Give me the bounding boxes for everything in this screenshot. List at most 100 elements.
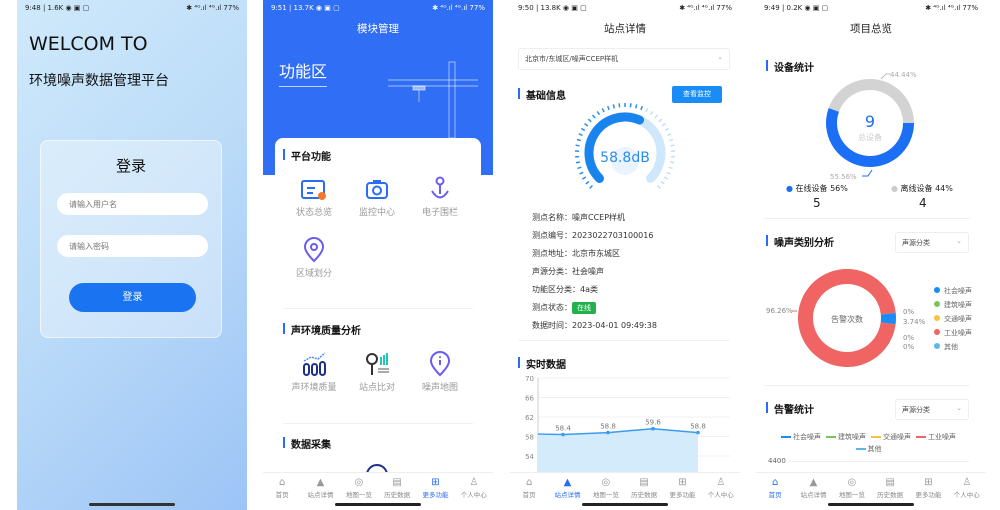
tab-4[interactable]: ⊞ 更多功能: [416, 473, 454, 502]
legend-item[interactable]: 交通噪声: [871, 433, 911, 441]
legend-item[interactable]: 建筑噪声: [826, 433, 866, 441]
gauge-tick: [635, 104, 638, 109]
tab-label: 历史数据: [631, 491, 658, 499]
module-monitor-center[interactable]: 监控中心: [347, 176, 407, 218]
slice-label: 0%: [903, 343, 914, 351]
home-icon: ⌂: [278, 477, 286, 488]
select-value: 声源分类: [902, 239, 930, 247]
tab-label: 历史数据: [877, 491, 904, 499]
tab-0[interactable]: ⌂ 首页: [263, 473, 301, 502]
gauge-tick: [658, 118, 663, 123]
station-icon: ▲: [809, 477, 818, 488]
tab-5[interactable]: ♙ 个人中心: [702, 473, 740, 502]
crane-illustration: [388, 61, 478, 138]
section-title: 基础信息: [518, 87, 566, 102]
tab-label: 地图一览: [838, 491, 865, 499]
module-noise-map[interactable]: 噪声地图: [410, 351, 470, 393]
total-count: 9: [864, 112, 876, 131]
page-title: 站点详情: [604, 23, 646, 35]
status-time: 9:51 | 13.7K ◉ ▣ ▢: [271, 4, 340, 12]
map-icon: ◎: [354, 477, 364, 488]
chevron-down-icon: ⌄: [717, 53, 723, 61]
tab-2[interactable]: ◎ 地图一览: [587, 473, 625, 502]
tab-5[interactable]: ♙ 个人中心: [948, 473, 986, 502]
status-bar: 9:49 | 0.2K ◉ ▣ ▢ ✱ ⁴ᴳ.ıl ⁴ᴳ.ıl 77%: [764, 4, 978, 14]
info-label: 功能区分类：: [532, 285, 580, 294]
tab-3[interactable]: ▤ 历史数据: [378, 473, 416, 502]
tab-3[interactable]: ▤ 历史数据: [625, 473, 663, 502]
legend-label: 交通噪声: [883, 433, 911, 441]
module-label: 电子围栏: [421, 208, 458, 218]
tab-4[interactable]: ⊞ 更多功能: [909, 473, 947, 502]
tab-0[interactable]: ⌂ 首页: [756, 473, 794, 502]
pie-slice: [880, 312, 896, 325]
tab-5[interactable]: ♙ 个人中心: [455, 473, 493, 502]
divider: [518, 340, 730, 341]
username-input[interactable]: [57, 193, 208, 215]
legend-online: ● 在线设备 56%: [786, 183, 848, 194]
legend-dot: [934, 301, 940, 307]
location-info-icon: [410, 351, 470, 377]
status-bar: 9:50 | 13.8K ◉ ▣ ▢ ✱ ⁴ᴳ.ıl ⁴ᴳ.ıl 77%: [518, 4, 732, 14]
home-indicator: [828, 503, 914, 506]
view-monitor-button[interactable]: 查看监控: [672, 86, 722, 103]
module-status-overview[interactable]: 状态总览: [284, 176, 344, 218]
legend-dot: [934, 315, 940, 321]
tab-0[interactable]: ⌂ 首页: [510, 473, 548, 502]
data-label: 58.8: [600, 423, 616, 431]
tab-label: 更多功能: [422, 491, 449, 499]
gauge-tick: [577, 166, 582, 170]
banner-title: 功能区: [279, 58, 328, 87]
tab-label: 站点详情: [800, 491, 827, 499]
tab-1[interactable]: ▲ 站点详情: [794, 473, 832, 502]
tab-1[interactable]: ▲ 站点详情: [301, 473, 339, 502]
gauge-tick: [668, 166, 673, 170]
tab-label: 首页: [522, 491, 536, 499]
tab-2[interactable]: ◎ 地图一览: [340, 473, 378, 502]
modules-screen: 9:51 | 13.7K ◉ ▣ ▢ ✱ ⁴ᴳ.ıl ⁴ᴳ.ıl 77% 模块管理…: [263, 0, 493, 510]
y-tick-label: 70: [525, 375, 534, 383]
info-row: 功能区分类：4a类: [532, 284, 598, 295]
tab-4[interactable]: ⊞ 更多功能: [663, 473, 701, 502]
gauge-tick: [649, 111, 654, 116]
legend-item[interactable]: 工业噪声: [916, 433, 956, 441]
password-input[interactable]: [57, 235, 208, 257]
legend-label: 社会噪声: [944, 286, 972, 295]
status-icons: ✱ ⁴ᴳ.ıl ⁴ᴳ.ıl 77%: [925, 4, 978, 12]
login-card: 登录 登录: [40, 140, 222, 338]
home-icon: ⌂: [525, 477, 533, 488]
module-geofence[interactable]: 电子围栏: [410, 176, 470, 218]
module-region-division[interactable]: 区域划分: [284, 237, 344, 279]
alarm-source-select[interactable]: 声源分类 ⌄: [895, 399, 969, 420]
overview-screen: 9:49 | 0.2K ◉ ▣ ▢ ✱ ⁴ᴳ.ıl ⁴ᴳ.ıl 77% 项目总览 …: [756, 0, 986, 510]
tab-label: 站点详情: [554, 491, 581, 499]
legend-item[interactable]: 社会噪声: [781, 433, 821, 441]
home-indicator: [335, 503, 421, 506]
tab-2[interactable]: ◎ 地图一览: [833, 473, 871, 502]
noise-source-select[interactable]: 声源分类 ⌄: [895, 232, 969, 253]
tab-bar: ⌂ 首页 ▲ 站点详情 ◎ 地图一览 ▤ 历史数据 ⊞ 更多功能 ♙ 个人中心: [756, 472, 986, 502]
module-sound-quality[interactable]: 声环境质量: [284, 351, 344, 393]
login-button[interactable]: 登录: [69, 283, 196, 312]
location-shield-icon: [284, 237, 344, 263]
legend-swatch: [826, 436, 836, 438]
gauge-tick: [579, 171, 584, 175]
chevron-down-icon: ⌄: [956, 237, 962, 245]
gauge-tick: [576, 138, 581, 142]
legend-dot: ●: [786, 184, 793, 193]
search-chart-icon: [347, 351, 407, 377]
home-indicator: [582, 503, 668, 506]
legend-swatch: [916, 436, 926, 438]
tab-label: 更多功能: [669, 491, 696, 499]
label-leader: [880, 73, 890, 80]
info-label: 数据时间：: [532, 321, 572, 330]
legend-label: 工业噪声: [944, 328, 972, 337]
gauge-tick: [645, 108, 649, 113]
tab-label: 个人中心: [460, 491, 487, 499]
tab-label: 历史数据: [384, 491, 411, 499]
station-selector[interactable]: 北京市/东城区/噪声CCEP样机 ⌄: [518, 48, 730, 70]
tab-1[interactable]: ▲ 站点详情: [548, 473, 586, 502]
legend-item[interactable]: 其他: [855, 445, 882, 453]
module-station-compare[interactable]: 站点比对: [347, 351, 407, 393]
tab-3[interactable]: ▤ 历史数据: [871, 473, 909, 502]
